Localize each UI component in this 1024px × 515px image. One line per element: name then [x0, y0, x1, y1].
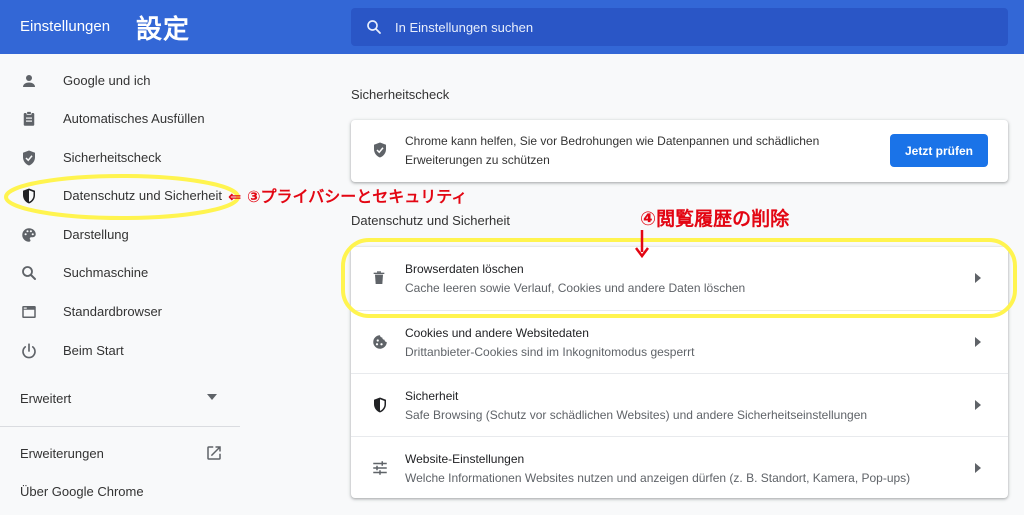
row-title: Website-Einstellungen: [405, 452, 525, 466]
clear-browsing-data-row[interactable]: Browserdaten löschen Cache leeren sowie …: [351, 247, 1008, 310]
sidebar-extensions-label: Erweiterungen: [20, 446, 104, 461]
sidebar-item-appearance[interactable]: Darstellung: [0, 216, 240, 254]
person-icon: [23, 75, 35, 87]
annotation-privacy-note: ⇐ ③プライバシーとセキュリティ: [228, 187, 468, 206]
external-link-icon: [207, 446, 221, 460]
sliders-icon: [373, 461, 387, 475]
trash-icon: [373, 271, 385, 284]
shield-check-icon: [23, 150, 35, 166]
sidebar-item-label: Beim Start: [63, 343, 124, 358]
sidebar-divider: [0, 426, 240, 427]
chevron-down-icon: [207, 394, 217, 400]
chevron-right-icon: [975, 337, 981, 347]
sidebar-item-autofill[interactable]: Automatisches Ausfüllen: [0, 100, 240, 138]
sidebar-item-google[interactable]: Google und ich: [0, 62, 240, 100]
chevron-right-icon: [975, 273, 981, 283]
sidebar-item-label: Automatisches Ausfüllen: [63, 111, 205, 126]
annotation-history-note: ④閲覧履歴の削除: [640, 208, 790, 230]
row-title: Sicherheit: [405, 389, 459, 403]
chevron-right-icon: [975, 463, 981, 473]
sidebar-advanced-label: Erweitert: [20, 391, 72, 406]
sidebar: Google und ich Automatisches Ausfüllen S…: [0, 54, 240, 515]
palette-icon: [22, 228, 36, 242]
safety-check-section-title: Sicherheitscheck: [351, 87, 450, 102]
row-subtitle: Welche Informationen Websites nutzen und…: [405, 471, 911, 485]
sidebar-item-label: Google und ich: [63, 73, 151, 88]
site-settings-row[interactable]: Website-Einstellungen Welche Information…: [351, 436, 1008, 499]
shield-icon: [23, 188, 35, 204]
safety-check-card: Chrome kann helfen, Sie vor Bedrohungen …: [351, 120, 1008, 182]
sidebar-item-on-startup[interactable]: Beim Start: [0, 332, 240, 370]
sidebar-item-search-engine[interactable]: Suchmaschine: [0, 254, 240, 292]
sidebar-item-privacy[interactable]: Datenschutz und Sicherheit: [0, 177, 240, 215]
safety-check-description: Chrome kann helfen, Sie vor Bedrohungen …: [405, 134, 820, 167]
shield-icon: [374, 397, 386, 413]
sidebar-item-label: Standardbrowser: [63, 304, 162, 319]
privacy-card: Browserdaten löschen Cache leeren sowie …: [351, 247, 1008, 498]
annotation-settings-label: 設定: [136, 15, 191, 45]
settings-header: Einstellungen 設定: [0, 0, 1024, 54]
sidebar-item-label: Suchmaschine: [63, 265, 149, 280]
sidebar-item-label: Datenschutz und Sicherheit: [63, 188, 222, 203]
search-input[interactable]: [395, 8, 995, 46]
power-icon: [22, 343, 36, 359]
sidebar-item-safety-check[interactable]: Sicherheitscheck: [0, 139, 240, 177]
sidebar-item-about[interactable]: Über Google Chrome: [0, 476, 240, 506]
browser-window-icon: [22, 306, 36, 318]
row-subtitle: Drittanbieter-Cookies sind im Inkognitom…: [405, 345, 695, 359]
sidebar-item-extensions[interactable]: Erweiterungen: [0, 438, 240, 468]
sidebar-about-label: Über Google Chrome: [20, 484, 144, 499]
row-subtitle: Safe Browsing (Schutz vor schädlichen We…: [405, 408, 868, 422]
row-title: Cookies und andere Websitedaten: [405, 326, 589, 340]
sidebar-item-label: Darstellung: [63, 227, 129, 242]
clipboard-icon: [23, 111, 35, 126]
cookie-icon: [373, 335, 387, 349]
search-icon: [22, 266, 36, 280]
cookies-row[interactable]: Cookies und andere Websitedaten Drittanb…: [351, 310, 1008, 373]
shield-check-icon: [374, 142, 386, 158]
sidebar-item-default-browser[interactable]: Standardbrowser: [0, 293, 240, 331]
security-row[interactable]: Sicherheit Safe Browsing (Schutz vor sch…: [351, 373, 1008, 436]
sidebar-advanced-toggle[interactable]: Erweitert: [0, 382, 240, 414]
row-title: Browserdaten löschen: [405, 262, 524, 276]
search-box[interactable]: [351, 8, 1008, 46]
privacy-section-title: Datenschutz und Sicherheit: [351, 213, 510, 228]
chevron-right-icon: [975, 400, 981, 410]
page-title: Einstellungen: [20, 18, 111, 35]
check-now-button[interactable]: Jetzt prüfen: [890, 134, 988, 167]
sidebar-item-label: Sicherheitscheck: [63, 150, 162, 165]
search-icon: [367, 20, 381, 34]
row-subtitle: Cache leeren sowie Verlauf, Cookies und …: [405, 281, 746, 295]
